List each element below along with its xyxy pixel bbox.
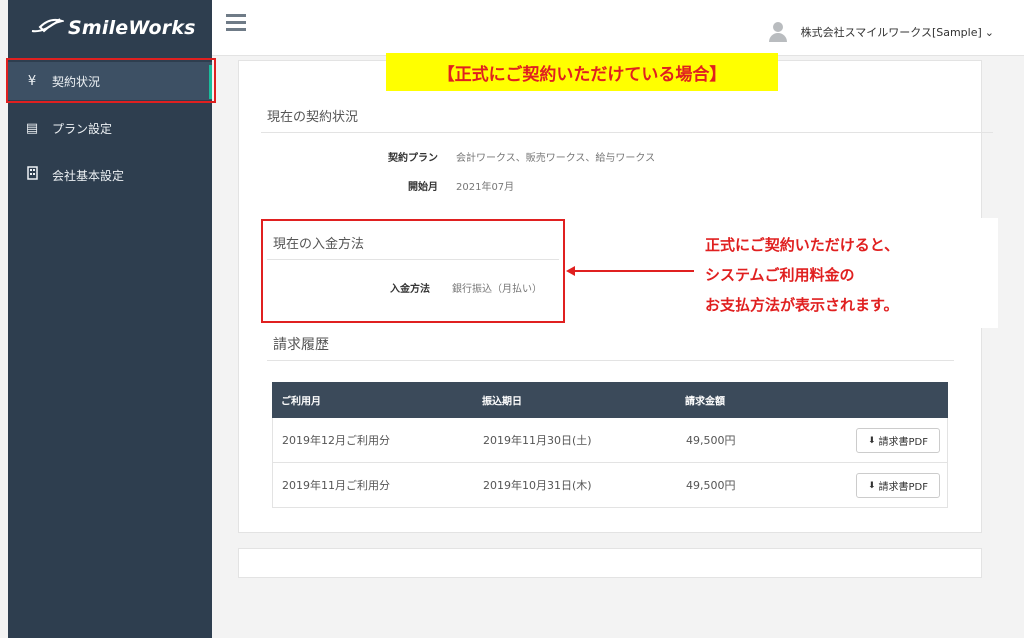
download-icon: ⬇ (867, 480, 876, 491)
column-header-month: ご利用月 (281, 396, 321, 408)
column-header-amount: 請求金額 (685, 396, 725, 408)
callout-banner: 【正式にご契約いただけている場合】 (386, 53, 778, 91)
column-header-due-date: 振込期日 (482, 396, 522, 408)
billing-history-title: 請求履歴 (273, 337, 329, 353)
table-row: 2019年11月ご利用分 2019年10月31日(木) 49,500円 ⬇ 請求… (272, 463, 948, 508)
button-label: 請求書PDF (878, 482, 929, 493)
chevron-down-icon: ⌄ (984, 25, 994, 39)
divider (267, 360, 954, 361)
sidebar-item-label: 会社基本設定 (52, 168, 125, 183)
annotation-line-3: お支払方法が表示されます。 (705, 296, 899, 314)
smileworks-logo-icon (30, 15, 66, 41)
list-icon: ▤ (25, 120, 39, 136)
button-label: 請求書PDF (878, 437, 929, 448)
sidebar-item-plan-settings[interactable]: ▤ プラン設定 (8, 109, 212, 147)
user-menu[interactable]: 株式会社スマイルワークス[Sample] ⌄ (768, 22, 994, 42)
invoice-pdf-button[interactable]: ⬇ 請求書PDF (856, 473, 940, 498)
annotation-arrow (574, 270, 694, 272)
building-icon (22, 166, 42, 184)
billing-table: ご利用月 振込期日 請求金額 2019年12月ご利用分 2019年11月30日(… (272, 382, 948, 508)
table-row: 2019年12月ご利用分 2019年11月30日(土) 49,500円 ⬇ 請求… (272, 418, 948, 463)
secondary-panel (238, 548, 982, 578)
start-label: 開始月 (408, 182, 438, 193)
contract-status-title: 現在の契約状況 (267, 110, 359, 125)
cell-month: 2019年11月ご利用分 (282, 479, 390, 492)
cell-due-date: 2019年11月30日(土) (483, 434, 592, 447)
sidebar-item-label: プラン設定 (52, 121, 113, 136)
brand-logo[interactable]: SmileWorks (8, 0, 212, 56)
hamburger-menu-icon[interactable] (226, 14, 246, 31)
avatar (768, 22, 787, 42)
invoice-pdf-button[interactable]: ⬇ 請求書PDF (856, 428, 940, 453)
plan-value: 会計ワークス、販売ワークス、給与ワークス (456, 153, 656, 164)
cell-month: 2019年12月ご利用分 (282, 434, 390, 447)
sidebar-item-company-settings[interactable]: 会社基本設定 (8, 156, 212, 194)
company-name: 株式会社スマイルワークス[Sample] (800, 26, 982, 39)
table-header: ご利用月 振込期日 請求金額 (272, 382, 948, 418)
annotation-line-2: システムご利用料金の (705, 266, 855, 284)
plan-label: 契約プラン (388, 153, 438, 164)
top-bar: 株式会社スマイルワークス[Sample] ⌄ (212, 0, 1024, 56)
divider (261, 132, 993, 133)
logo-text: SmileWorks (68, 17, 196, 39)
cell-amount: 49,500円 (686, 479, 736, 492)
payment-highlight-box (261, 219, 565, 323)
cell-due-date: 2019年10月31日(木) (483, 479, 592, 492)
arrow-left-icon (566, 266, 575, 276)
download-icon: ⬇ (867, 435, 876, 446)
annotation-line-1: 正式にご契約いただけると、 (705, 236, 900, 254)
sidebar-highlight-box (6, 58, 216, 103)
cell-amount: 49,500円 (686, 434, 736, 447)
start-value: 2021年07月 (456, 182, 515, 193)
